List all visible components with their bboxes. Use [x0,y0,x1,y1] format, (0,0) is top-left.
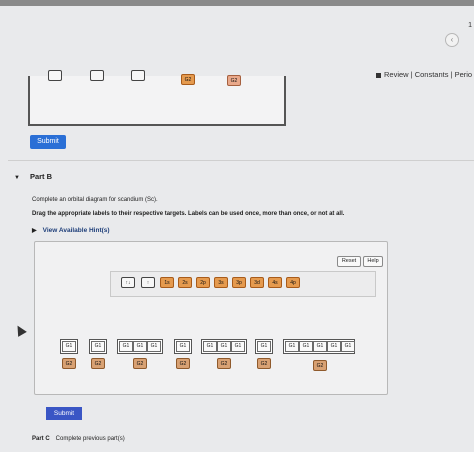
sublevel-target-5[interactable]: G2 [217,358,231,369]
part-a-label-5[interactable]: G2 [227,75,241,86]
part-a-answer-frame [28,76,286,126]
sublevel-target-4[interactable]: G2 [176,358,190,369]
view-hints-text[interactable]: View Available Hint(s) [43,227,110,234]
corner-number: 1 [468,22,472,29]
section-divider [8,160,474,161]
sublevel-target-3[interactable]: G2 [133,358,147,369]
orbital-slot-3p-2[interactable]: G1 [217,341,231,352]
tray-label-3p[interactable]: 3p [232,277,246,288]
tray-label-3s[interactable]: 3s [214,277,228,288]
part-b-instructions: Drag the appropriate labels to their res… [32,211,345,217]
orbital-slot-3d-1[interactable]: G1 [285,341,299,352]
orbital-slot-3p-3[interactable]: G1 [231,341,245,352]
tray-label-1s[interactable]: 1s [160,277,174,288]
tray-label-4s[interactable]: 4s [268,277,282,288]
help-button[interactable]: Help [363,256,383,267]
chevron-left-icon[interactable]: ‹ [445,33,459,47]
part-b-title[interactable]: ▼ Part B [14,172,52,181]
tray-label-paired[interactable]: ↑↓ [121,277,135,288]
reset-button[interactable]: Reset [337,256,361,267]
orbital-slot-3p-1[interactable]: G1 [203,341,217,352]
part-a-label-1[interactable] [48,70,62,81]
expand-triangle-icon: ▶ [32,228,37,234]
part-b-question: Complete an orbital diagram for scandium… [32,197,158,203]
part-a-label-4[interactable]: G2 [181,74,195,85]
review-icon [376,72,381,78]
sublevel-target-7[interactable]: G2 [313,360,327,371]
review-links[interactable]: Review | Constants | Perio [376,70,472,79]
orbital-slot-4s[interactable]: G1 [257,341,271,352]
sublevel-target-2[interactable]: G2 [91,358,105,369]
orbital-slot-3d-4[interactable]: G1 [327,341,341,352]
part-b-submit-button[interactable]: Submit [46,407,82,420]
part-a-label-2[interactable] [90,70,104,81]
orbital-slot-2p-1[interactable]: G1 [119,341,133,352]
part-b-workspace [34,241,388,395]
orbital-slot-2s[interactable]: G1 [91,341,105,352]
review-links-text[interactable]: Review | Constants | Perio [384,70,472,79]
tray-label-2p[interactable]: 2p [196,277,210,288]
orbital-slot-2p-2[interactable]: G1 [133,341,147,352]
orbital-slot-3d-3[interactable]: G1 [313,341,327,352]
orbital-slot-3d-5[interactable]: G1 [341,341,355,352]
part-c-status: Complete previous part(s) [55,436,125,442]
sublevel-target-1[interactable]: G2 [62,358,76,369]
orbital-slot-3s[interactable]: G1 [176,341,190,352]
part-a-label-3[interactable] [131,70,145,81]
tray-label-3d[interactable]: 3d [250,277,264,288]
tray-label-2s[interactable]: 2s [178,277,192,288]
tray-label-single[interactable]: ↑ [141,277,155,288]
orbital-slot-2p-3[interactable]: G1 [147,341,161,352]
part-c-title: Part C [32,436,50,442]
sublevel-target-6[interactable]: G2 [257,358,271,369]
tray-label-4p[interactable]: 4p [286,277,300,288]
mouse-pointer-icon [13,323,27,337]
top-bar [0,0,474,6]
part-b-title-text: Part B [29,172,53,181]
orbital-slot-1s[interactable]: G1 [62,341,76,352]
part-a-submit-button[interactable]: Submit [30,135,66,149]
collapse-triangle-icon[interactable]: ▼ [14,175,20,181]
orbital-slot-3d-2[interactable]: G1 [299,341,313,352]
view-hints-link[interactable]: ▶ View Available Hint(s) [32,227,110,234]
part-c-row: Part C Complete previous part(s) [32,436,125,442]
